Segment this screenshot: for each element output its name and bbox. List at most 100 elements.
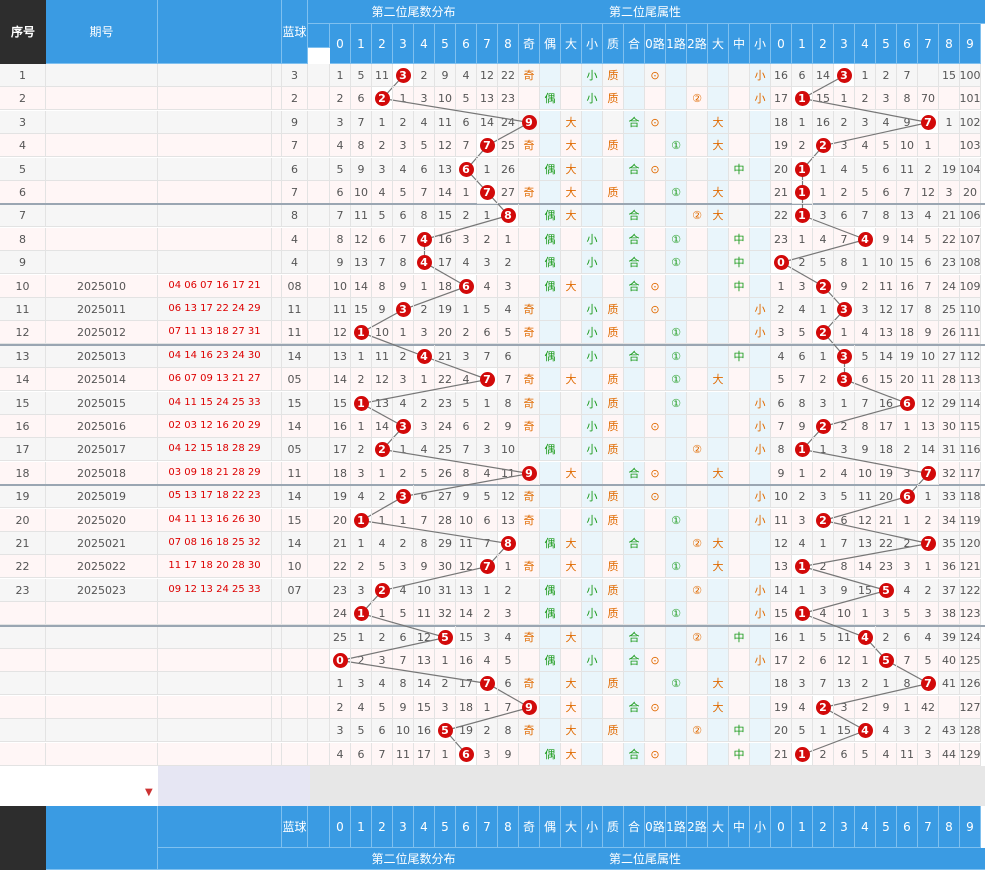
right-miss-cell: 1 (813, 181, 834, 204)
digit-miss-cell: 3 (414, 321, 435, 344)
attr-small: 小 (582, 438, 603, 461)
attr-even: 偶 (540, 532, 561, 555)
digit-miss-cell: 3 (351, 579, 372, 602)
footer-digit-0: 0 (330, 806, 351, 848)
attr-size-mid (729, 134, 750, 157)
row-digit-blank (308, 696, 330, 719)
trend-chart-grid: 序号期号蓝球第二位尾数分布第二位尾属性0123456789奇偶大小质合0路1路2… (0, 0, 985, 870)
attr-even: 偶 (540, 158, 561, 181)
digit-hit-cell: 2 (372, 438, 393, 461)
right-miss-cell: 19 (939, 158, 960, 181)
digit-miss-cell: 9 (351, 158, 372, 181)
attr-road1 (666, 204, 687, 227)
right-miss-cell: 123 (960, 602, 981, 625)
right-hit-cell: 3 (834, 298, 855, 321)
attr-size-small (750, 275, 771, 298)
attr-big (561, 64, 582, 87)
digit-miss-cell: 4 (393, 392, 414, 415)
attr-composite: 合 (624, 228, 645, 251)
row-seq (0, 626, 46, 649)
attr-road2: ② (687, 579, 708, 602)
attr-composite (624, 602, 645, 625)
digit-miss-cell: 4 (477, 649, 498, 672)
attr-prime (603, 462, 624, 485)
footer-blue: 蓝球 (282, 806, 308, 848)
attr-small (582, 181, 603, 204)
digit-miss-cell: 4 (351, 485, 372, 508)
attr-even: 偶 (540, 345, 561, 368)
digit-miss-cell: 9 (498, 743, 519, 766)
right-ball: 2 (815, 512, 831, 528)
digit-miss-cell: 25 (330, 626, 351, 649)
digit-miss-cell: 8 (414, 204, 435, 227)
scroll-down-arrow-icon[interactable]: ▼ (145, 788, 153, 798)
digit-miss-cell: 3 (477, 438, 498, 461)
attr-odd: 奇 (519, 134, 540, 157)
right-miss-cell: 12 (771, 532, 792, 555)
right-miss-cell: 29 (939, 392, 960, 415)
row-numbers: 04 14 16 23 24 30 (158, 345, 272, 368)
right-miss-cell: 11 (834, 626, 855, 649)
attr-road2 (687, 555, 708, 578)
right-miss-cell: 1 (792, 462, 813, 485)
digit-miss-cell: 17 (414, 743, 435, 766)
attr-road1 (666, 485, 687, 508)
right-miss-cell: 9 (918, 321, 939, 344)
digit-miss-cell: 11 (456, 532, 477, 555)
digit-miss-cell: 1 (477, 392, 498, 415)
attr-odd: 奇 (519, 672, 540, 695)
attr-small (582, 275, 603, 298)
attr-size-mid: 中 (729, 743, 750, 766)
attr-odd (519, 275, 540, 298)
row-blue-ball-tail (272, 532, 282, 555)
right-hit-cell: 1 (792, 555, 813, 578)
right-ball: 7 (920, 465, 936, 481)
row-blue-ball-tail (272, 298, 282, 321)
attr-small: 小 (582, 87, 603, 110)
right-hit-cell: 4 (855, 228, 876, 251)
row-period (46, 251, 158, 274)
digit-miss-cell: 3 (456, 345, 477, 368)
digit-miss-cell: 5 (330, 158, 351, 181)
attr-road0 (645, 251, 666, 274)
digit-miss-cell: 4 (372, 181, 393, 204)
attr-even (540, 672, 561, 695)
row-blue-value: 11 (282, 298, 308, 321)
attr-big (561, 649, 582, 672)
row-seq (0, 602, 46, 625)
footer-period (46, 806, 158, 870)
digit-ball: 5 (437, 722, 453, 738)
digit-miss-cell: 3 (330, 719, 351, 742)
digit-miss-cell: 19 (435, 298, 456, 321)
footer-right-1: 1 (792, 806, 813, 848)
attr-road0: ⊙ (645, 743, 666, 766)
right-ball: 6 (899, 395, 915, 411)
attr-road2 (687, 64, 708, 87)
right-miss-cell: 43 (939, 719, 960, 742)
footer-digit-8: 8 (498, 806, 519, 848)
attr-prime (603, 743, 624, 766)
digit-miss-cell: 15 (330, 392, 351, 415)
right-hit-cell: 3 (834, 345, 855, 368)
empty-mid-area (158, 766, 310, 806)
attr-road2 (687, 509, 708, 532)
row-numbers: 09 12 13 24 25 33 (158, 579, 272, 602)
digit-miss-cell: 21 (435, 345, 456, 368)
right-miss-cell: 22 (939, 228, 960, 251)
digit-miss-cell: 4 (351, 696, 372, 719)
right-miss-cell: 128 (960, 719, 981, 742)
right-col-4: 4 (855, 24, 876, 64)
row-period: 2025023 (46, 579, 158, 602)
digit-miss-cell: 1 (372, 111, 393, 134)
row-period: 2025012 (46, 321, 158, 344)
right-miss-cell: 113 (960, 368, 981, 391)
right-miss-cell: 1 (813, 438, 834, 461)
right-miss-cell: 1 (855, 64, 876, 87)
digit-miss-cell: 1 (435, 743, 456, 766)
digit-ball: 6 (458, 746, 474, 762)
row-blue-value (282, 719, 308, 742)
attr-size-mid (729, 415, 750, 438)
digit-miss-cell: 3 (498, 602, 519, 625)
right-hit-cell: 7 (918, 462, 939, 485)
digit-miss-cell: 14 (477, 111, 498, 134)
